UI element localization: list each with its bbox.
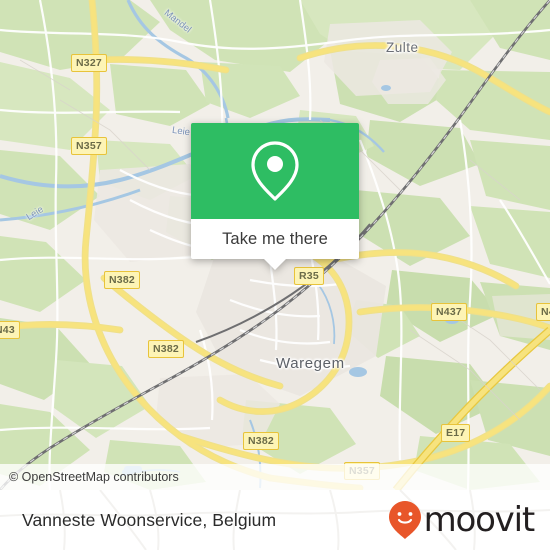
water-label-leie: Leie bbox=[171, 124, 191, 139]
location-title: Vanneste Woonservice, Belgium bbox=[22, 509, 277, 530]
road-shield: R35 bbox=[294, 267, 324, 285]
callout-header bbox=[191, 123, 359, 219]
road-shield: N382 bbox=[243, 432, 279, 450]
map-canvas[interactable]: N327 N357 N382 N43 N382 R35 N437 N4 N382… bbox=[0, 0, 550, 490]
map-attribution-bar: © OpenStreetMap contributors bbox=[0, 464, 550, 490]
osm-attribution-text[interactable]: © OpenStreetMap contributors bbox=[0, 470, 179, 484]
road-shield: N437 bbox=[431, 303, 467, 321]
map-pin-icon bbox=[251, 141, 299, 201]
footer-bar: Vanneste Woonservice, Belgium moovit bbox=[0, 490, 550, 550]
moovit-map-share-card: N327 N357 N382 N43 N382 R35 N437 N4 N382… bbox=[0, 0, 550, 550]
callout-tail bbox=[264, 259, 286, 270]
road-shield: N43 bbox=[0, 321, 20, 339]
location-callout-card[interactable]: Take me there bbox=[191, 123, 359, 270]
place-label-zulte: Zulte bbox=[386, 40, 419, 55]
road-shield: N327 bbox=[71, 54, 107, 72]
callout-footer[interactable]: Take me there bbox=[191, 219, 359, 259]
road-shield: N382 bbox=[104, 271, 140, 289]
take-me-there-label: Take me there bbox=[222, 229, 328, 248]
road-shield: N382 bbox=[148, 340, 184, 358]
road-shield: N357 bbox=[71, 137, 107, 155]
moovit-wordmark: moovit bbox=[423, 500, 536, 540]
road-shield: E17 bbox=[441, 424, 471, 442]
moovit-brand[interactable]: moovit bbox=[388, 500, 550, 540]
moovit-smiley-pin-icon bbox=[388, 501, 421, 539]
road-shield: N4 bbox=[536, 303, 550, 321]
place-label-waregem: Waregem bbox=[276, 355, 345, 372]
